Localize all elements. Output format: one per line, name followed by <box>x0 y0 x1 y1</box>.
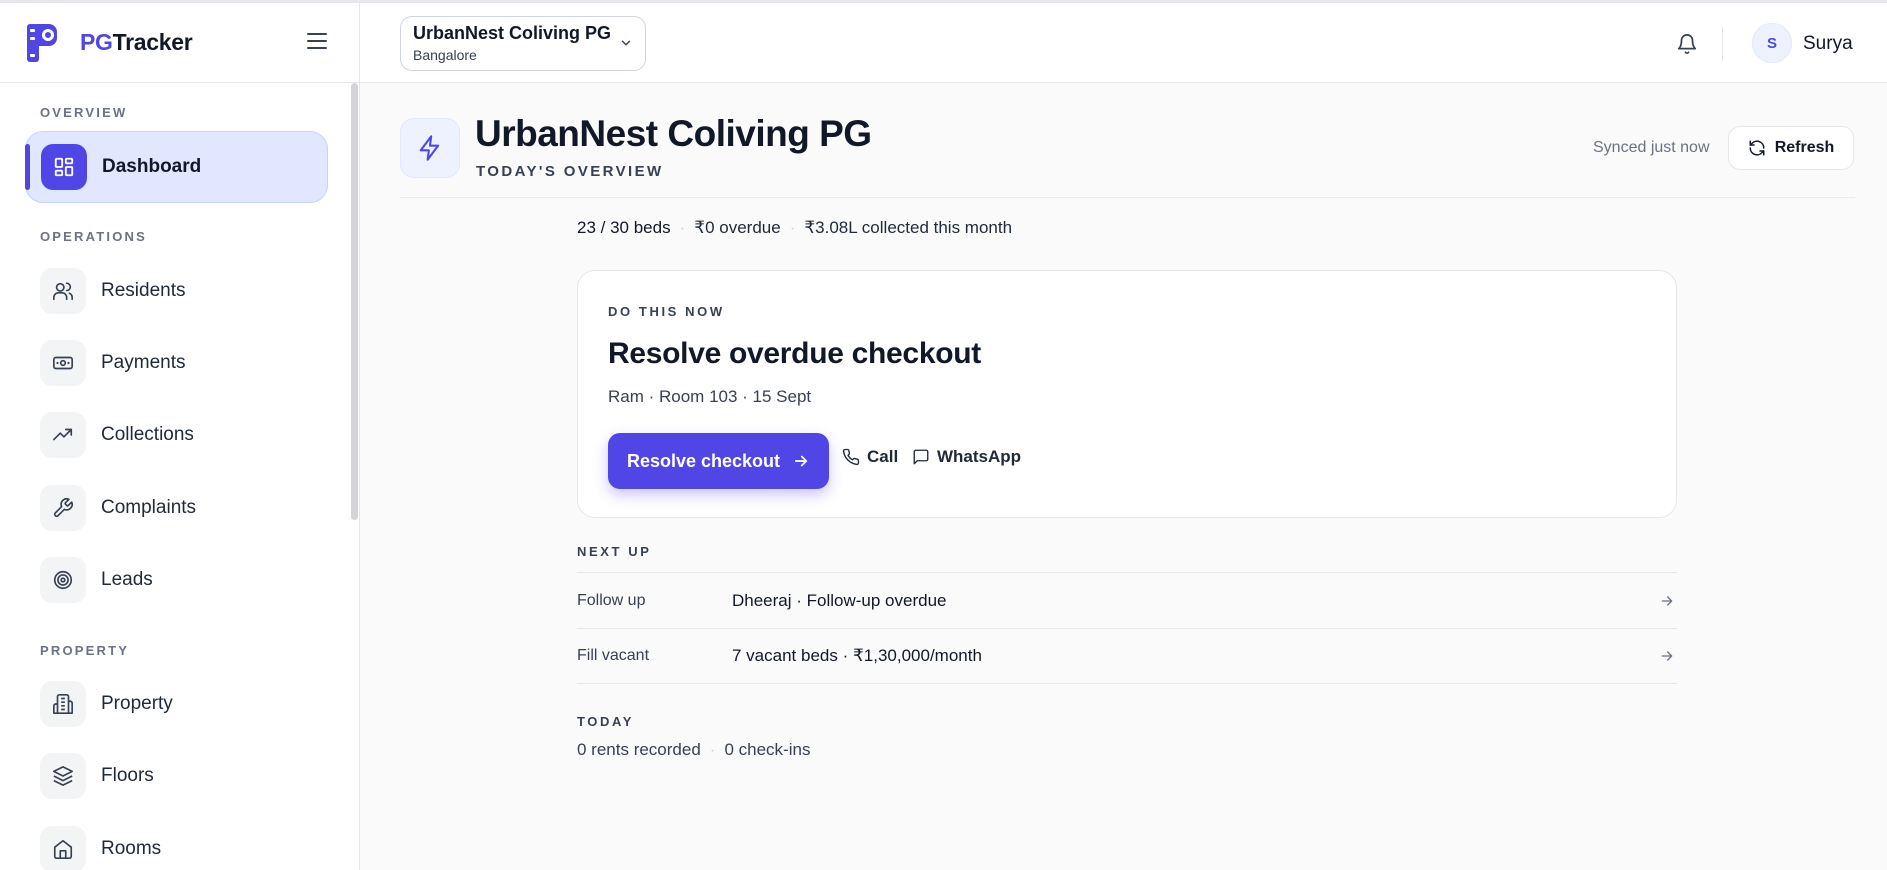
building-icon <box>40 681 86 727</box>
resolve-checkout-label: Resolve checkout <box>626 450 781 471</box>
zap-icon <box>400 118 460 178</box>
sidebar-item-label: Dashboard <box>102 156 202 177</box>
sidebar-item-complaints[interactable]: Complaints <box>25 472 328 544</box>
layers-icon <box>40 753 86 799</box>
refresh-icon <box>1749 140 1765 156</box>
today-checkins: 0 check-ins <box>724 740 811 759</box>
users-icon <box>40 268 86 314</box>
stat-beds: 23 / 30 beds <box>577 218 671 237</box>
menu-toggle-icon[interactable] <box>307 33 327 51</box>
property-switcher-city: Bangalore <box>413 47 477 63</box>
call-button[interactable]: Call <box>842 447 898 467</box>
sidebar-item-label: Residents <box>101 280 186 301</box>
page-subtitle: TODAY'S OVERVIEW <box>476 163 664 180</box>
sidebar-item-label: Collections <box>101 424 194 445</box>
trending-up-icon <box>40 412 86 458</box>
sidebar-item-label: Rooms <box>101 838 162 859</box>
next-up-row[interactable]: Follow up Dheeraj · Follow-up overdue <box>577 572 1677 628</box>
brand-name: PGTracker <box>80 29 193 56</box>
top-header: UrbanNest Coliving PG Bangalore S Surya <box>360 3 1887 83</box>
today-stats: 0 rents recorded · 0 check-ins <box>577 740 810 760</box>
refresh-label: Refresh <box>1774 139 1835 156</box>
sidebar-item-payments[interactable]: Payments <box>25 327 328 399</box>
arrow-right-icon <box>1661 651 1673 661</box>
sidebar-item-label: Complaints <box>101 497 197 518</box>
stat-separator: · <box>789 218 796 237</box>
sidebar: PGTracker OVERVIEW Dashboard OPERATIONS … <box>0 3 360 870</box>
page-title: UrbanNest Coliving PG <box>475 113 872 154</box>
brand-prefix: PG <box>80 29 113 55</box>
chevron-down-icon <box>621 40 631 46</box>
resolve-checkout-button[interactable]: Resolve checkout <box>608 433 829 489</box>
main-content: UrbanNest Coliving PG TODAY'S OVERVIEW S… <box>360 83 1887 870</box>
sidebar-scrollbar[interactable] <box>351 83 358 520</box>
sidebar-item-floors[interactable]: Floors <box>25 740 328 812</box>
sidebar-item-property[interactable]: Property <box>25 668 328 740</box>
sidebar-item-label: Property <box>101 693 173 714</box>
stat-collected: ₹3.08L collected this month <box>804 218 1013 237</box>
sidebar-item-dashboard[interactable]: Dashboard <box>25 131 328 203</box>
do-this-now-card: DO THIS NOW Resolve overdue checkout Ram… <box>577 270 1677 518</box>
section-label-property: PROPERTY <box>40 643 130 658</box>
sidebar-item-label: Payments <box>101 352 186 373</box>
stat-overdue: ₹0 overdue <box>694 218 781 237</box>
whatsapp-label: WhatsApp <box>937 447 1022 466</box>
property-switcher-name: UrbanNest Coliving PG <box>413 23 612 43</box>
sidebar-item-residents[interactable]: Residents <box>25 255 328 327</box>
stat-separator: · <box>679 218 686 237</box>
next-up-detail: Dheeraj · Follow-up overdue <box>732 590 947 610</box>
brand[interactable]: PGTracker <box>0 3 359 83</box>
sidebar-item-label: Floors <box>101 765 154 786</box>
dashboard-icon <box>41 144 87 190</box>
sidebar-item-label: Leads <box>101 569 153 590</box>
sidebar-item-collections[interactable]: Collections <box>25 399 328 471</box>
card-meta: Ram · Room 103 · 15 Sept <box>608 387 812 406</box>
stat-separator: · <box>709 740 716 759</box>
section-label-overview: OVERVIEW <box>40 105 128 120</box>
today-rents: 0 rents recorded <box>577 740 701 759</box>
sidebar-item-leads[interactable]: Leads <box>25 544 328 616</box>
arrow-right-icon <box>794 455 808 467</box>
call-label: Call <box>867 447 899 466</box>
home-icon <box>40 826 86 870</box>
card-title: Resolve overdue checkout <box>608 337 981 370</box>
sidebar-nav: OVERVIEW Dashboard OPERATIONS Residents … <box>0 83 359 870</box>
card-eyebrow: DO THIS NOW <box>608 304 725 319</box>
banknote-icon <box>40 340 86 386</box>
refresh-button[interactable]: Refresh <box>1728 126 1854 170</box>
header-divider <box>1722 27 1723 61</box>
sidebar-item-rooms[interactable]: Rooms <box>25 813 328 870</box>
wrench-icon <box>40 485 86 531</box>
sync-status: Synced just now <box>1593 139 1710 156</box>
bell-icon[interactable] <box>1676 33 1698 55</box>
arrow-right-icon <box>1661 595 1673 606</box>
next-up-kind: Fill vacant <box>577 647 650 664</box>
avatar[interactable]: S <box>1752 23 1792 63</box>
title-divider <box>400 197 1855 198</box>
section-label-operations: OPERATIONS <box>40 229 147 244</box>
phone-icon <box>842 448 860 466</box>
pg-logo-icon <box>27 23 57 62</box>
property-switcher[interactable]: UrbanNest Coliving PG Bangalore <box>400 16 646 71</box>
user-name[interactable]: Surya <box>1803 33 1853 55</box>
next-up-row[interactable]: Fill vacant 7 vacant beds · ₹1,30,000/mo… <box>577 628 1677 684</box>
summary-stats: 23 / 30 beds · ₹0 overdue · ₹3.08L colle… <box>577 218 1012 238</box>
today-label: TODAY <box>577 714 635 729</box>
brand-suffix: Tracker <box>112 29 193 55</box>
next-up-kind: Follow up <box>577 591 646 609</box>
target-icon <box>40 557 86 603</box>
whatsapp-button[interactable]: WhatsApp <box>912 447 1021 467</box>
next-up-label: NEXT UP <box>577 544 652 559</box>
message-square-icon <box>913 449 929 465</box>
next-up-detail: 7 vacant beds · ₹1,30,000/month <box>732 646 982 665</box>
